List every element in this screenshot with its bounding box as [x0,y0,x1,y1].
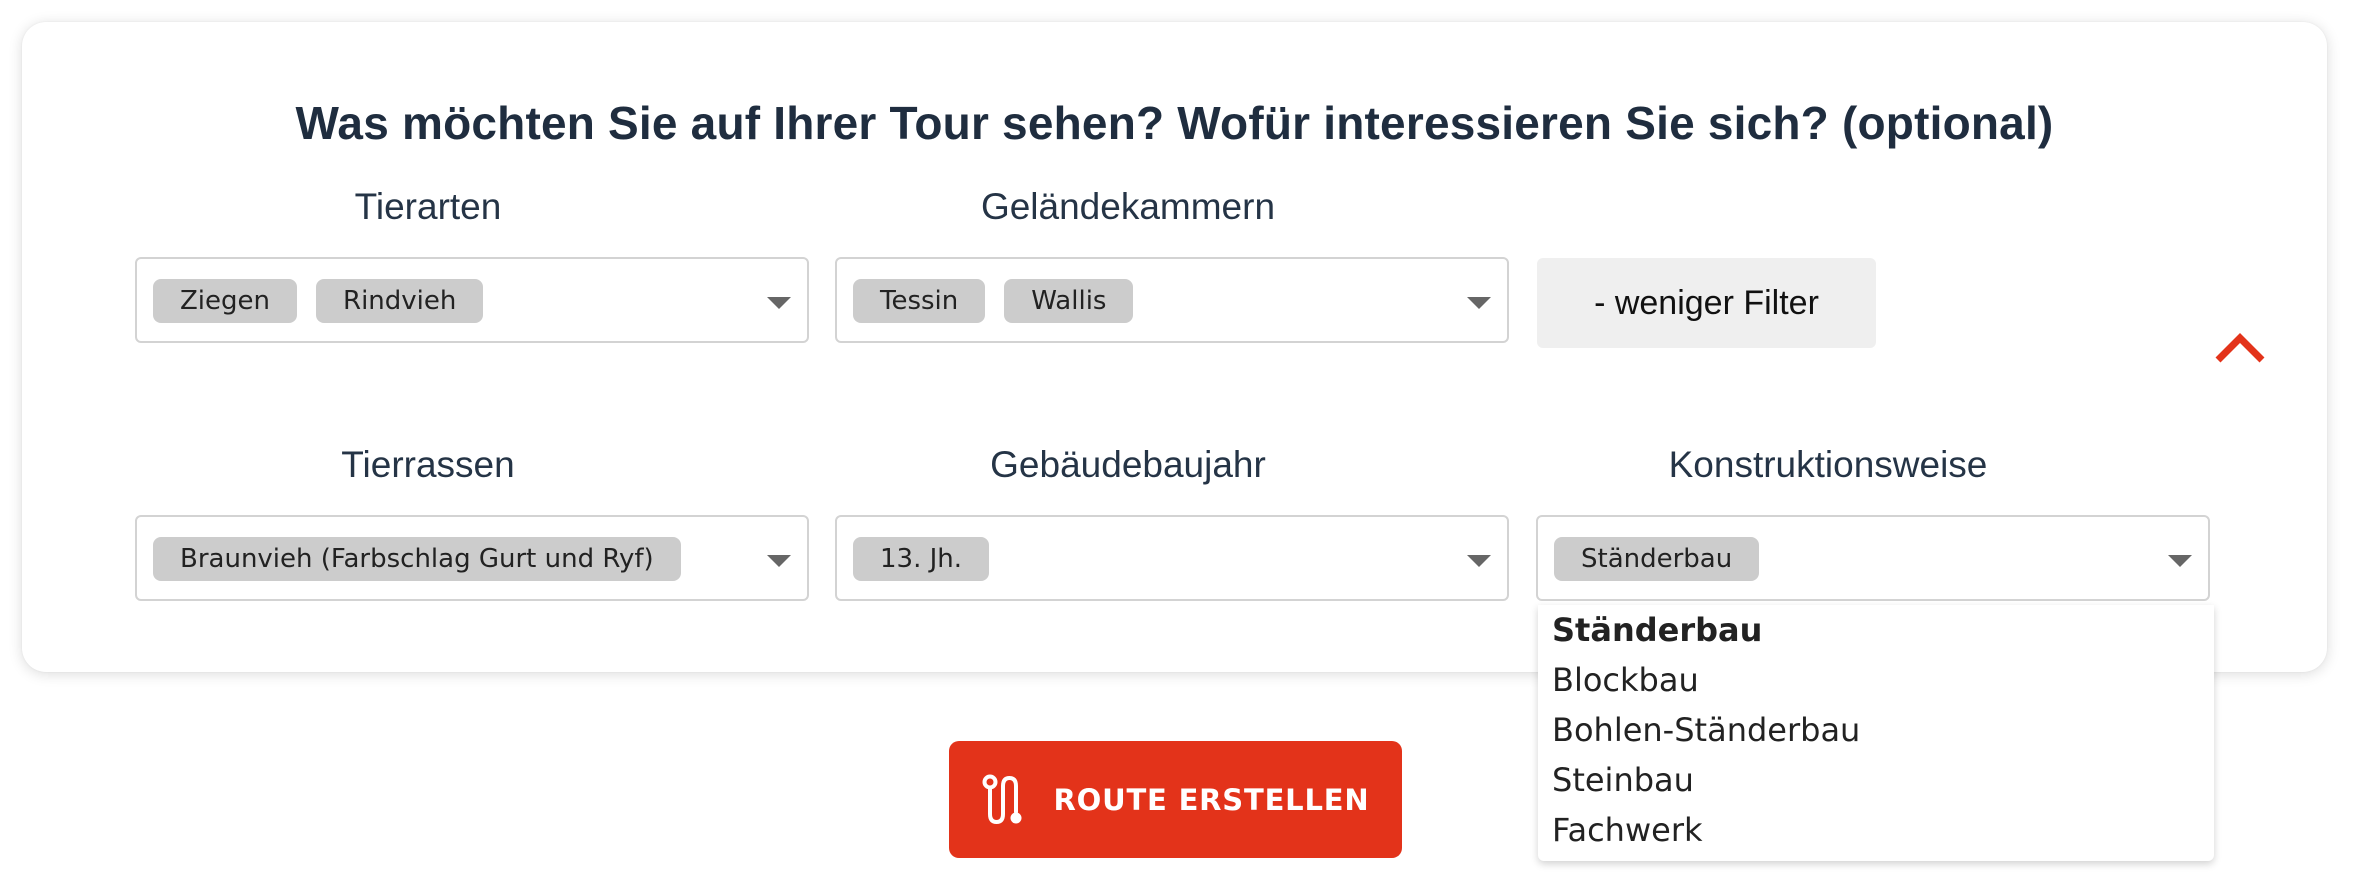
gelaendekammern-label: Geländekammern [980,186,1276,227]
chip-ziegen[interactable]: Ziegen [153,279,298,323]
caret-down-icon[interactable] [2168,555,2192,567]
gebaeudebaujahr-select[interactable]: 13. Jh. [835,515,1509,601]
chip-staenderbau[interactable]: Ständerbau [1554,537,1760,581]
create-route-button[interactable]: ROUTE ERSTELLEN [949,741,1402,858]
tierrassen-label: Tierrassen [341,444,515,485]
tierrassen-select[interactable]: Braunvieh (Farbschlag Gurt und Ryf) [135,515,809,601]
chip-rindvieh[interactable]: Rindvieh [316,279,484,323]
caret-down-icon[interactable] [1467,297,1491,309]
less-filters-label: - weniger Filter [1594,283,1819,322]
route-icon [982,774,1022,824]
tierarten-select[interactable]: Ziegen Rindvieh [135,257,809,343]
gelaendekammern-select[interactable]: Tessin Wallis [835,257,1509,343]
caret-down-icon[interactable] [767,555,791,567]
konstruktionsweise-label: Konstruktionsweise [1668,444,1988,485]
chevron-up-icon[interactable] [2212,330,2268,366]
less-filters-button[interactable]: - weniger Filter [1537,258,1876,348]
filter-panel: Was möchten Sie auf Ihrer Tour sehen? Wo… [22,22,2327,672]
chip-braunvieh[interactable]: Braunvieh (Farbschlag Gurt und Ryf) [153,537,681,581]
dropdown-option[interactable]: Ständerbau [1538,605,2214,655]
dropdown-option[interactable]: Fachwerk [1538,805,2214,855]
chip-wallis[interactable]: Wallis [1004,279,1134,323]
create-route-label: ROUTE ERSTELLEN [1053,782,1370,817]
caret-down-icon[interactable] [1467,555,1491,567]
dropdown-option[interactable]: Steinbau [1538,755,2214,805]
dropdown-option[interactable]: Bohlen-Ständerbau [1538,705,2214,755]
gebaeudebaujahr-label: Gebäudebaujahr [990,444,1266,485]
chip-tessin[interactable]: Tessin [853,279,986,323]
chip-13-jh[interactable]: 13. Jh. [853,537,990,581]
caret-down-icon[interactable] [767,297,791,309]
konstruktionsweise-select[interactable]: Ständerbau [1536,515,2210,601]
tierarten-label: Tierarten [354,186,502,227]
konstruktionsweise-dropdown: Ständerbau Blockbau Bohlen-Ständerbau St… [1538,605,2214,861]
section-heading: Was möchten Sie auf Ihrer Tour sehen? Wo… [295,97,2054,149]
dropdown-option[interactable]: Blockbau [1538,655,2214,705]
